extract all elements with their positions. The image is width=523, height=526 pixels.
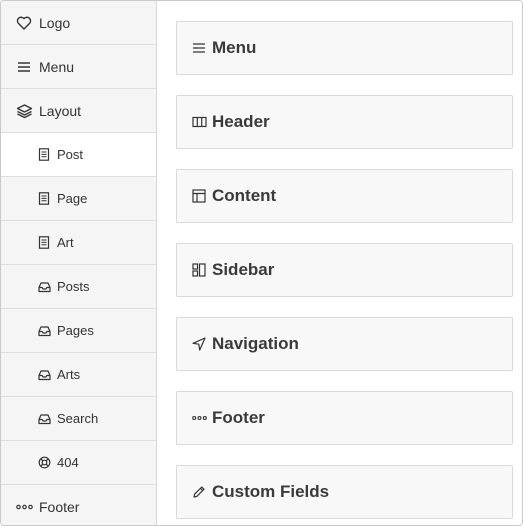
inbox-icon [37, 280, 51, 294]
sidebar-item-pages[interactable]: Pages [1, 309, 156, 353]
sidebar-item-label: Posts [57, 279, 90, 294]
sidebar-item-404[interactable]: 404 [1, 441, 156, 485]
sidebar-item-label: Layout [39, 102, 82, 119]
inbox-icon [37, 412, 51, 426]
card-title: Navigation [212, 334, 299, 353]
pencil-icon [191, 484, 207, 500]
navigation-arrow-icon [191, 336, 207, 352]
layout-icon [191, 188, 207, 204]
card-content[interactable]: Content [176, 169, 513, 223]
sidebar-item-footer[interactable]: Footer [1, 485, 156, 525]
card-title: Custom Fields [212, 482, 330, 501]
card-title: Menu [212, 38, 257, 57]
card-title: Content [212, 186, 277, 205]
card-sidebar[interactable]: Sidebar [176, 243, 513, 297]
sidebar-item-label: Search [57, 411, 99, 426]
lifebuoy-icon [37, 456, 51, 470]
app-window: Logo Menu Layout Post Page Art Posts Pag… [0, 0, 523, 526]
more-dots-icon [15, 498, 33, 516]
inbox-icon [37, 324, 51, 338]
card-title: Footer [212, 408, 265, 427]
card-navigation[interactable]: Navigation [176, 317, 513, 371]
sidebar-item-label: Footer [39, 499, 80, 515]
inbox-icon [37, 368, 51, 382]
sidebar-item-posts[interactable]: Posts [1, 265, 156, 309]
card-title: Header [212, 112, 270, 131]
heart-icon [15, 14, 33, 32]
sidebar-item-logo[interactable]: Logo [1, 1, 156, 45]
sidebar-item-art[interactable]: Art [1, 221, 156, 265]
sidebar-item-label: Menu [39, 58, 75, 75]
layers-icon [15, 102, 33, 120]
sidebar-blocks-icon [191, 262, 207, 278]
sidebar-item-post[interactable]: Post [1, 133, 156, 177]
card-footer[interactable]: Footer [176, 391, 513, 445]
menu-icon [191, 40, 207, 56]
sidebar-item-label: 404 [57, 455, 79, 470]
sidebar-item-arts[interactable]: Arts [1, 353, 156, 397]
sidebar-item-label: Page [57, 191, 88, 206]
sidebar-item-label: Arts [57, 367, 81, 382]
sidebar-item-label: Logo [39, 14, 71, 31]
menu-icon [15, 58, 33, 76]
sidebar-item-search[interactable]: Search [1, 397, 156, 441]
sidebar-item-menu[interactable]: Menu [1, 45, 156, 89]
sidebar-item-label: Art [57, 235, 74, 250]
sidebar-item-layout[interactable]: Layout [1, 89, 156, 133]
more-dots-icon [191, 410, 207, 426]
document-icon [37, 192, 51, 206]
document-icon [37, 236, 51, 250]
main-content: Menu Header Content Sidebar Navigation F… [157, 1, 522, 525]
document-icon [37, 148, 51, 162]
sidebar-item-label: Post [57, 147, 84, 162]
sidebar-item-page[interactable]: Page [1, 177, 156, 221]
card-custom-fields[interactable]: Custom Fields [176, 465, 513, 519]
sidebar-item-label: Pages [57, 323, 94, 338]
card-menu[interactable]: Menu [176, 21, 513, 75]
card-title: Sidebar [212, 260, 275, 279]
columns-icon [191, 114, 207, 130]
card-header[interactable]: Header [176, 95, 513, 149]
sidebar: Logo Menu Layout Post Page Art Posts Pag… [1, 1, 157, 525]
